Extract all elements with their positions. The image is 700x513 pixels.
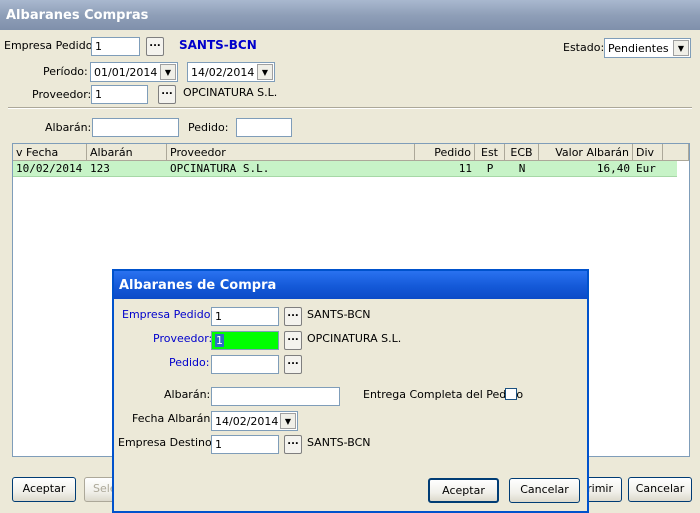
pedido-filter-input[interactable] <box>236 118 292 137</box>
dialog-proveedor-name: OPCINATURA S.L. <box>307 332 402 345</box>
window-title: Albaranes Compras <box>6 8 149 23</box>
pedido-filter-label: Pedido: <box>188 121 229 134</box>
chevron-down-icon[interactable]: ▼ <box>160 64 176 80</box>
empresa-lookup-button[interactable]: ... <box>146 37 164 56</box>
dialog-albaran-input[interactable] <box>211 387 340 406</box>
dialog-entrega-label: Entrega Completa del Pedido <box>363 388 524 401</box>
proveedor-label: Proveedor: <box>32 88 92 101</box>
dialog-empresa-lookup-button[interactable]: ... <box>284 307 302 326</box>
window-title-bar: Albaranes Compras <box>0 0 700 30</box>
periodo-label: Período: <box>43 65 88 78</box>
albaran-filter-label: Albarán: <box>45 121 92 134</box>
column-header-fecha[interactable]: v Fecha <box>13 144 87 161</box>
cell-proveedor: OPCINATURA S.L. <box>170 162 270 175</box>
dialog-proveedor-lookup-button[interactable]: ... <box>284 331 302 350</box>
dialog-destino-input[interactable]: 1 <box>211 435 279 454</box>
cell-ecb: N <box>518 162 526 175</box>
column-header-div[interactable]: Div <box>633 144 663 161</box>
dialog-fecha-select[interactable]: 14/02/2014 ▼ <box>211 411 298 431</box>
dialog-pedido-lookup-button[interactable]: ... <box>284 355 302 374</box>
dialog-title-bar: Albaranes de Compra <box>114 271 587 299</box>
cell-valor: 16,40 <box>596 162 630 175</box>
dialog-pedido-label: Pedido: <box>169 356 210 369</box>
dialog-empresa-label: Empresa Pedido: <box>122 308 215 321</box>
estado-select[interactable]: Pendientes ▼ <box>604 38 691 58</box>
chevron-down-icon[interactable]: ▼ <box>257 64 273 80</box>
periodo-to-select[interactable]: 14/02/2014 ▼ <box>187 62 275 82</box>
cancelar-button[interactable]: Cancelar <box>628 477 692 502</box>
chevron-down-icon[interactable]: ▼ <box>673 40 689 56</box>
column-header-proveedor[interactable]: Proveedor <box>167 144 415 161</box>
dialog-cancelar-button[interactable]: Cancelar <box>509 478 580 503</box>
dialog-title: Albaranes de Compra <box>119 278 277 293</box>
separator <box>8 107 692 109</box>
empresa-label: Empresa Pedido: <box>4 39 97 52</box>
cell-albaran: 123 <box>90 162 110 175</box>
aceptar-button[interactable]: Aceptar <box>12 477 76 502</box>
dialog-aceptar-button[interactable]: Aceptar <box>428 478 499 503</box>
proveedor-lookup-button[interactable]: ... <box>158 85 176 104</box>
empresa-name: SANTS-BCN <box>179 38 257 52</box>
dialog-destino-label: Empresa Destino: <box>118 436 216 449</box>
cell-pedido: 11 <box>458 162 472 175</box>
dialog-pedido-input[interactable] <box>211 355 279 374</box>
dialog-albaran-label: Albarán: <box>164 388 211 401</box>
dialog-proveedor-selected-text: 1 <box>215 334 224 347</box>
column-header-albaran[interactable]: Albarán <box>87 144 167 161</box>
column-header-pedido[interactable]: Pedido <box>415 144 475 161</box>
cell-est: P <box>486 162 494 175</box>
empresa-input[interactable]: 1 <box>91 37 140 56</box>
column-header-est[interactable]: Est <box>475 144 505 161</box>
table-row[interactable]: 10/02/2014 123 OPCINATURA S.L. 11 P N 16… <box>13 161 677 177</box>
column-header-filler <box>663 144 689 161</box>
albaranes-de-compra-dialog: Albaranes de Compra Empresa Pedido: 1 ..… <box>112 269 589 513</box>
periodo-to-value: 14/02/2014 <box>191 66 255 79</box>
periodo-from-value: 01/01/2014 <box>94 66 158 79</box>
cell-fecha: 10/02/2014 <box>16 162 83 175</box>
cell-div: Eur <box>636 162 656 175</box>
estado-value: Pendientes <box>608 42 669 55</box>
column-header-valor[interactable]: Valor Albarán <box>539 144 633 161</box>
dialog-empresa-input[interactable]: 1 <box>211 307 279 326</box>
dialog-fecha-label: Fecha Albarán: <box>132 412 214 425</box>
dialog-destino-lookup-button[interactable]: ... <box>284 435 302 454</box>
periodo-from-select[interactable]: 01/01/2014 ▼ <box>90 62 178 82</box>
dialog-proveedor-label: Proveedor: <box>153 332 213 345</box>
albaran-filter-input[interactable] <box>92 118 179 137</box>
dialog-destino-name: SANTS-BCN <box>307 436 371 449</box>
column-header-ecb[interactable]: ECB <box>505 144 539 161</box>
dialog-fecha-value: 14/02/2014 <box>215 415 279 428</box>
dialog-proveedor-input[interactable]: 1 <box>211 331 279 350</box>
proveedor-name: OPCINATURA S.L. <box>183 86 278 99</box>
estado-label: Estado: <box>563 41 605 54</box>
proveedor-input[interactable]: 1 <box>91 85 148 104</box>
entrega-completa-checkbox[interactable] <box>505 388 517 400</box>
dialog-empresa-name: SANTS-BCN <box>307 308 371 321</box>
chevron-down-icon[interactable]: ▼ <box>280 413 296 429</box>
